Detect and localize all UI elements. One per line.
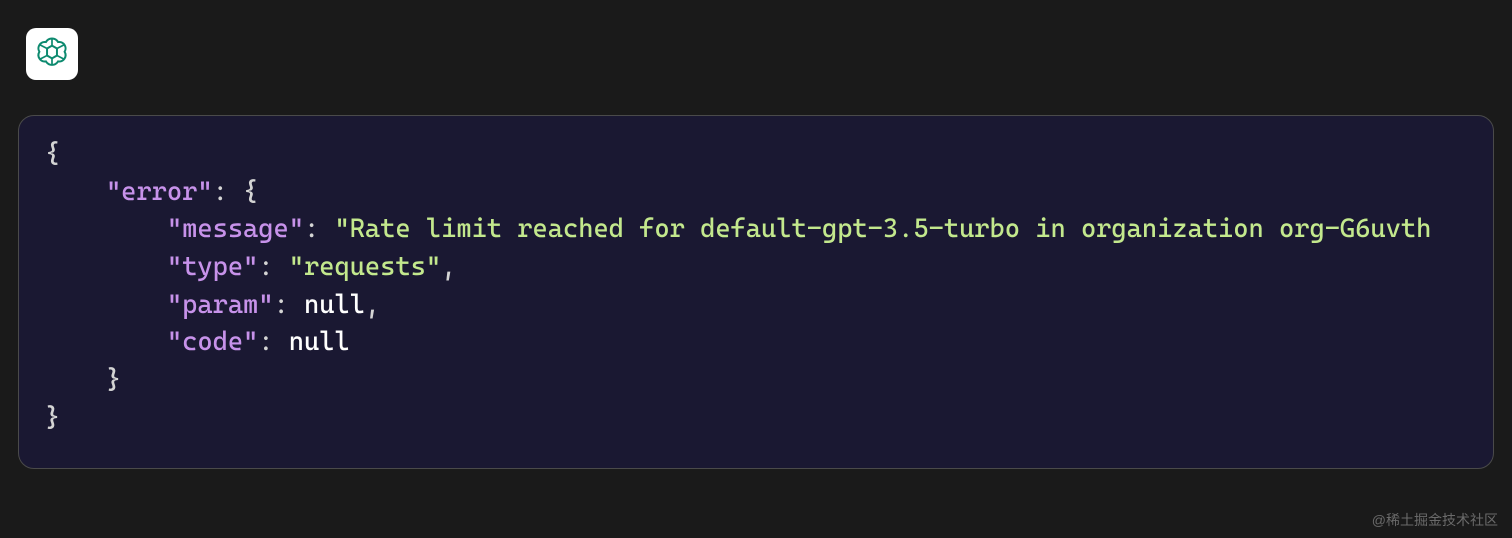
json-null: null (289, 327, 350, 357)
json-string: "requests" (289, 252, 441, 282)
code-block: { "error": { "message": "Rate limit reac… (18, 115, 1494, 469)
json-key: "type" (167, 252, 258, 282)
watermark-text: @稀土掘金技术社区 (1372, 510, 1498, 530)
brace-open: { (45, 139, 60, 169)
code-scroll-area[interactable]: { "error": { "message": "Rate limit reac… (19, 136, 1493, 452)
json-string: "Rate limit reached for default-gpt-3.5-… (334, 214, 1431, 244)
json-key: "param" (167, 290, 274, 320)
brace-close: } (45, 403, 60, 433)
openai-icon (35, 35, 69, 73)
json-null: null (304, 290, 365, 320)
json-key: "message" (167, 214, 304, 244)
json-key: "code" (167, 327, 258, 357)
brace-close: } (106, 365, 121, 395)
assistant-avatar (26, 28, 78, 80)
json-content: { "error": { "message": "Rate limit reac… (45, 136, 1467, 438)
json-key: "error" (106, 177, 213, 207)
